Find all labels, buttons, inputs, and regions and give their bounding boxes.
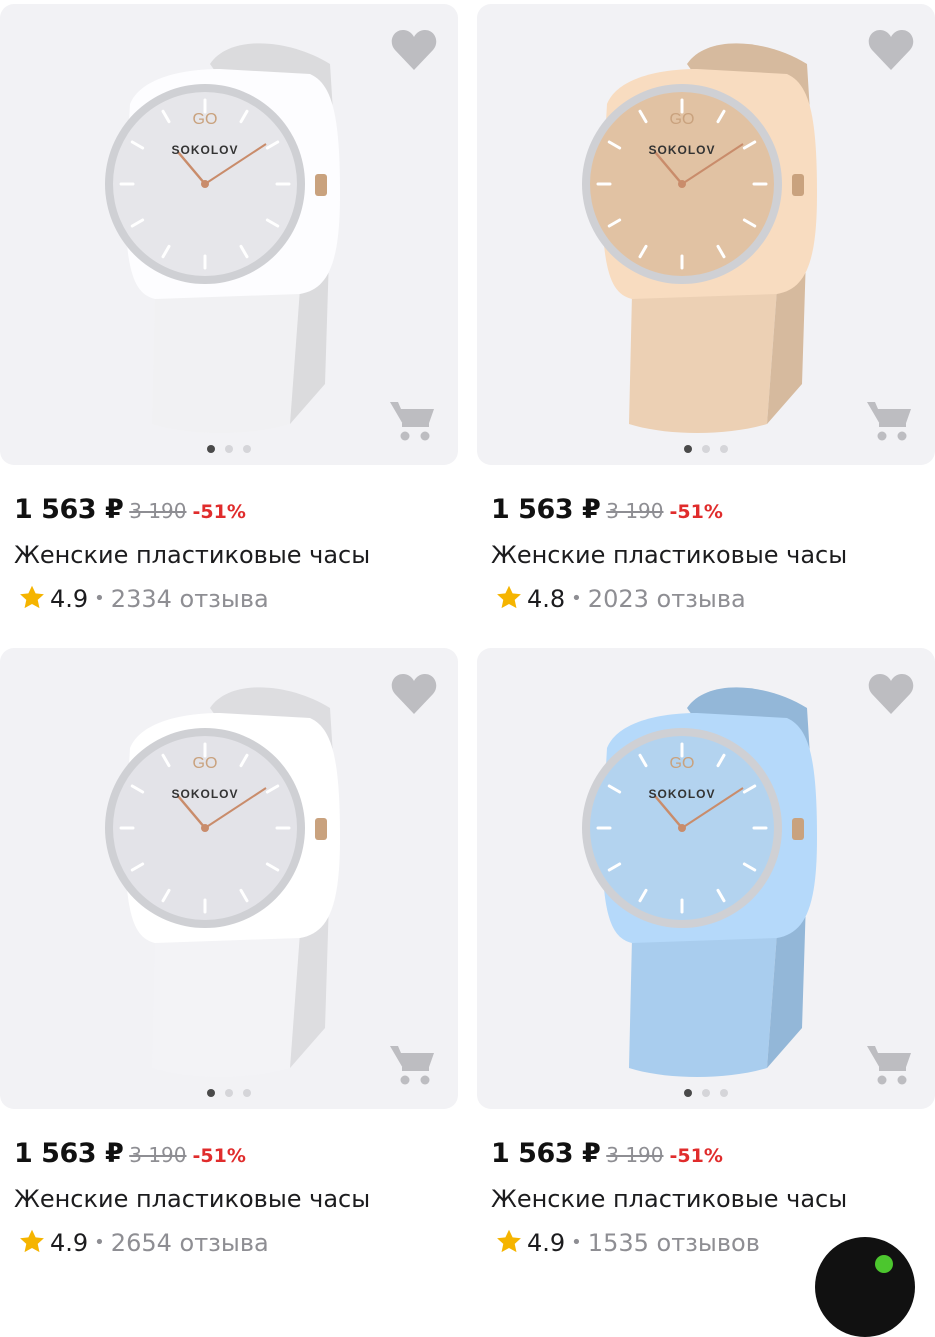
image-pagination	[477, 445, 935, 453]
image-pagination	[0, 445, 458, 453]
star-icon	[20, 1229, 44, 1253]
current-price: 1 563 ₽	[14, 494, 124, 525]
reviews-count[interactable]: 1535 отзывов	[588, 1229, 760, 1257]
rating-value: 4.9	[50, 1229, 89, 1257]
strap-lower	[629, 289, 777, 433]
brand-logo: GO	[193, 755, 218, 772]
price-row: 1 563 ₽3 190 -51%	[491, 494, 723, 525]
separator-dot: •	[94, 588, 105, 609]
rating-row: 4.9 • 2654 отзыва	[18, 1228, 269, 1257]
pagination-dot[interactable]	[207, 1089, 215, 1097]
brand-name: SOKOLOV	[648, 787, 715, 801]
discount-badge: -51%	[669, 1145, 723, 1167]
strap-lower	[152, 289, 300, 433]
hands-pivot	[201, 824, 209, 832]
reviews-count[interactable]: 2654 отзыва	[111, 1229, 269, 1257]
brand-logo: GO	[670, 111, 695, 128]
watch-crown	[792, 174, 804, 196]
pagination-dot[interactable]	[243, 445, 251, 453]
strap-lower	[152, 933, 300, 1077]
brand-name: SOKOLOV	[648, 143, 715, 157]
product-title[interactable]: Женские пластиковые часы	[491, 541, 847, 569]
pagination-dot[interactable]	[702, 1089, 710, 1097]
heart-icon[interactable]	[867, 672, 915, 716]
pagination-dot[interactable]	[720, 1089, 728, 1097]
rating-value: 4.9	[50, 585, 89, 613]
separator-dot: •	[571, 1232, 582, 1253]
rating-row: 4.9 • 2334 отзыва	[18, 584, 269, 613]
cart-icon[interactable]	[388, 1043, 436, 1087]
brand-name: SOKOLOV	[171, 143, 238, 157]
separator-dot: •	[571, 588, 582, 609]
pagination-dot[interactable]	[702, 445, 710, 453]
watch-image: GO SOKOLOV	[105, 687, 340, 1077]
pagination-dot[interactable]	[684, 1089, 692, 1097]
product-title[interactable]: Женские пластиковые часы	[14, 541, 370, 569]
old-price: 3 190	[129, 499, 187, 523]
brand-logo: GO	[670, 755, 695, 772]
pagination-dot[interactable]	[225, 445, 233, 453]
product-image-area[interactable]: GO SOKOLOV	[0, 648, 458, 1109]
price-row: 1 563 ₽3 190 -51%	[14, 1138, 246, 1169]
price-row: 1 563 ₽3 190 -51%	[491, 1138, 723, 1169]
hands-pivot	[678, 180, 686, 188]
pagination-dot[interactable]	[207, 445, 215, 453]
rating-row: 4.9 • 1535 отзывов	[495, 1228, 760, 1257]
hands-pivot	[678, 824, 686, 832]
star-icon	[497, 1229, 521, 1253]
rating-value: 4.8	[527, 585, 566, 613]
reviews-count[interactable]: 2334 отзыва	[111, 585, 269, 613]
discount-badge: -51%	[669, 501, 723, 523]
strap-lower	[629, 933, 777, 1077]
image-pagination	[477, 1089, 935, 1097]
current-price: 1 563 ₽	[491, 494, 601, 525]
separator-dot: •	[94, 1232, 105, 1253]
hands-pivot	[201, 180, 209, 188]
pagination-dot[interactable]	[720, 445, 728, 453]
watch-image: GO SOKOLOV	[105, 43, 340, 433]
watch-image: GO SOKOLOV	[582, 43, 817, 433]
watch-crown	[792, 818, 804, 840]
notification-badge	[875, 1255, 893, 1273]
product-title[interactable]: Женские пластиковые часы	[14, 1185, 370, 1213]
heart-icon[interactable]	[390, 672, 438, 716]
product-image-area[interactable]: GO SOKOLOV	[0, 4, 458, 465]
star-icon	[497, 585, 521, 609]
brand-name: SOKOLOV	[171, 787, 238, 801]
product-image-area[interactable]: GO SOKOLOV	[477, 4, 935, 465]
price-row: 1 563 ₽3 190 -51%	[14, 494, 246, 525]
brand-logo: GO	[193, 111, 218, 128]
cart-icon[interactable]	[865, 399, 913, 443]
star-icon	[20, 585, 44, 609]
watch-crown	[315, 818, 327, 840]
heart-icon[interactable]	[390, 28, 438, 72]
heart-icon[interactable]	[867, 28, 915, 72]
reviews-count[interactable]: 2023 отзыва	[588, 585, 746, 613]
current-price: 1 563 ₽	[14, 1138, 124, 1169]
image-pagination	[0, 1089, 458, 1097]
cart-icon[interactable]	[388, 399, 436, 443]
old-price: 3 190	[606, 1143, 664, 1167]
discount-badge: -51%	[192, 1145, 246, 1167]
discount-badge: -51%	[192, 501, 246, 523]
pagination-dot[interactable]	[684, 445, 692, 453]
product-image-area[interactable]: GO SOKOLOV	[477, 648, 935, 1109]
rating-value: 4.9	[527, 1229, 566, 1257]
floating-action-button[interactable]	[815, 1237, 915, 1337]
pagination-dot[interactable]	[243, 1089, 251, 1097]
rating-row: 4.8 • 2023 отзыва	[495, 584, 746, 613]
product-title[interactable]: Женские пластиковые часы	[491, 1185, 847, 1213]
old-price: 3 190	[129, 1143, 187, 1167]
current-price: 1 563 ₽	[491, 1138, 601, 1169]
cart-icon[interactable]	[865, 1043, 913, 1087]
watch-image: GO SOKOLOV	[582, 687, 817, 1077]
watch-crown	[315, 174, 327, 196]
pagination-dot[interactable]	[225, 1089, 233, 1097]
old-price: 3 190	[606, 499, 664, 523]
